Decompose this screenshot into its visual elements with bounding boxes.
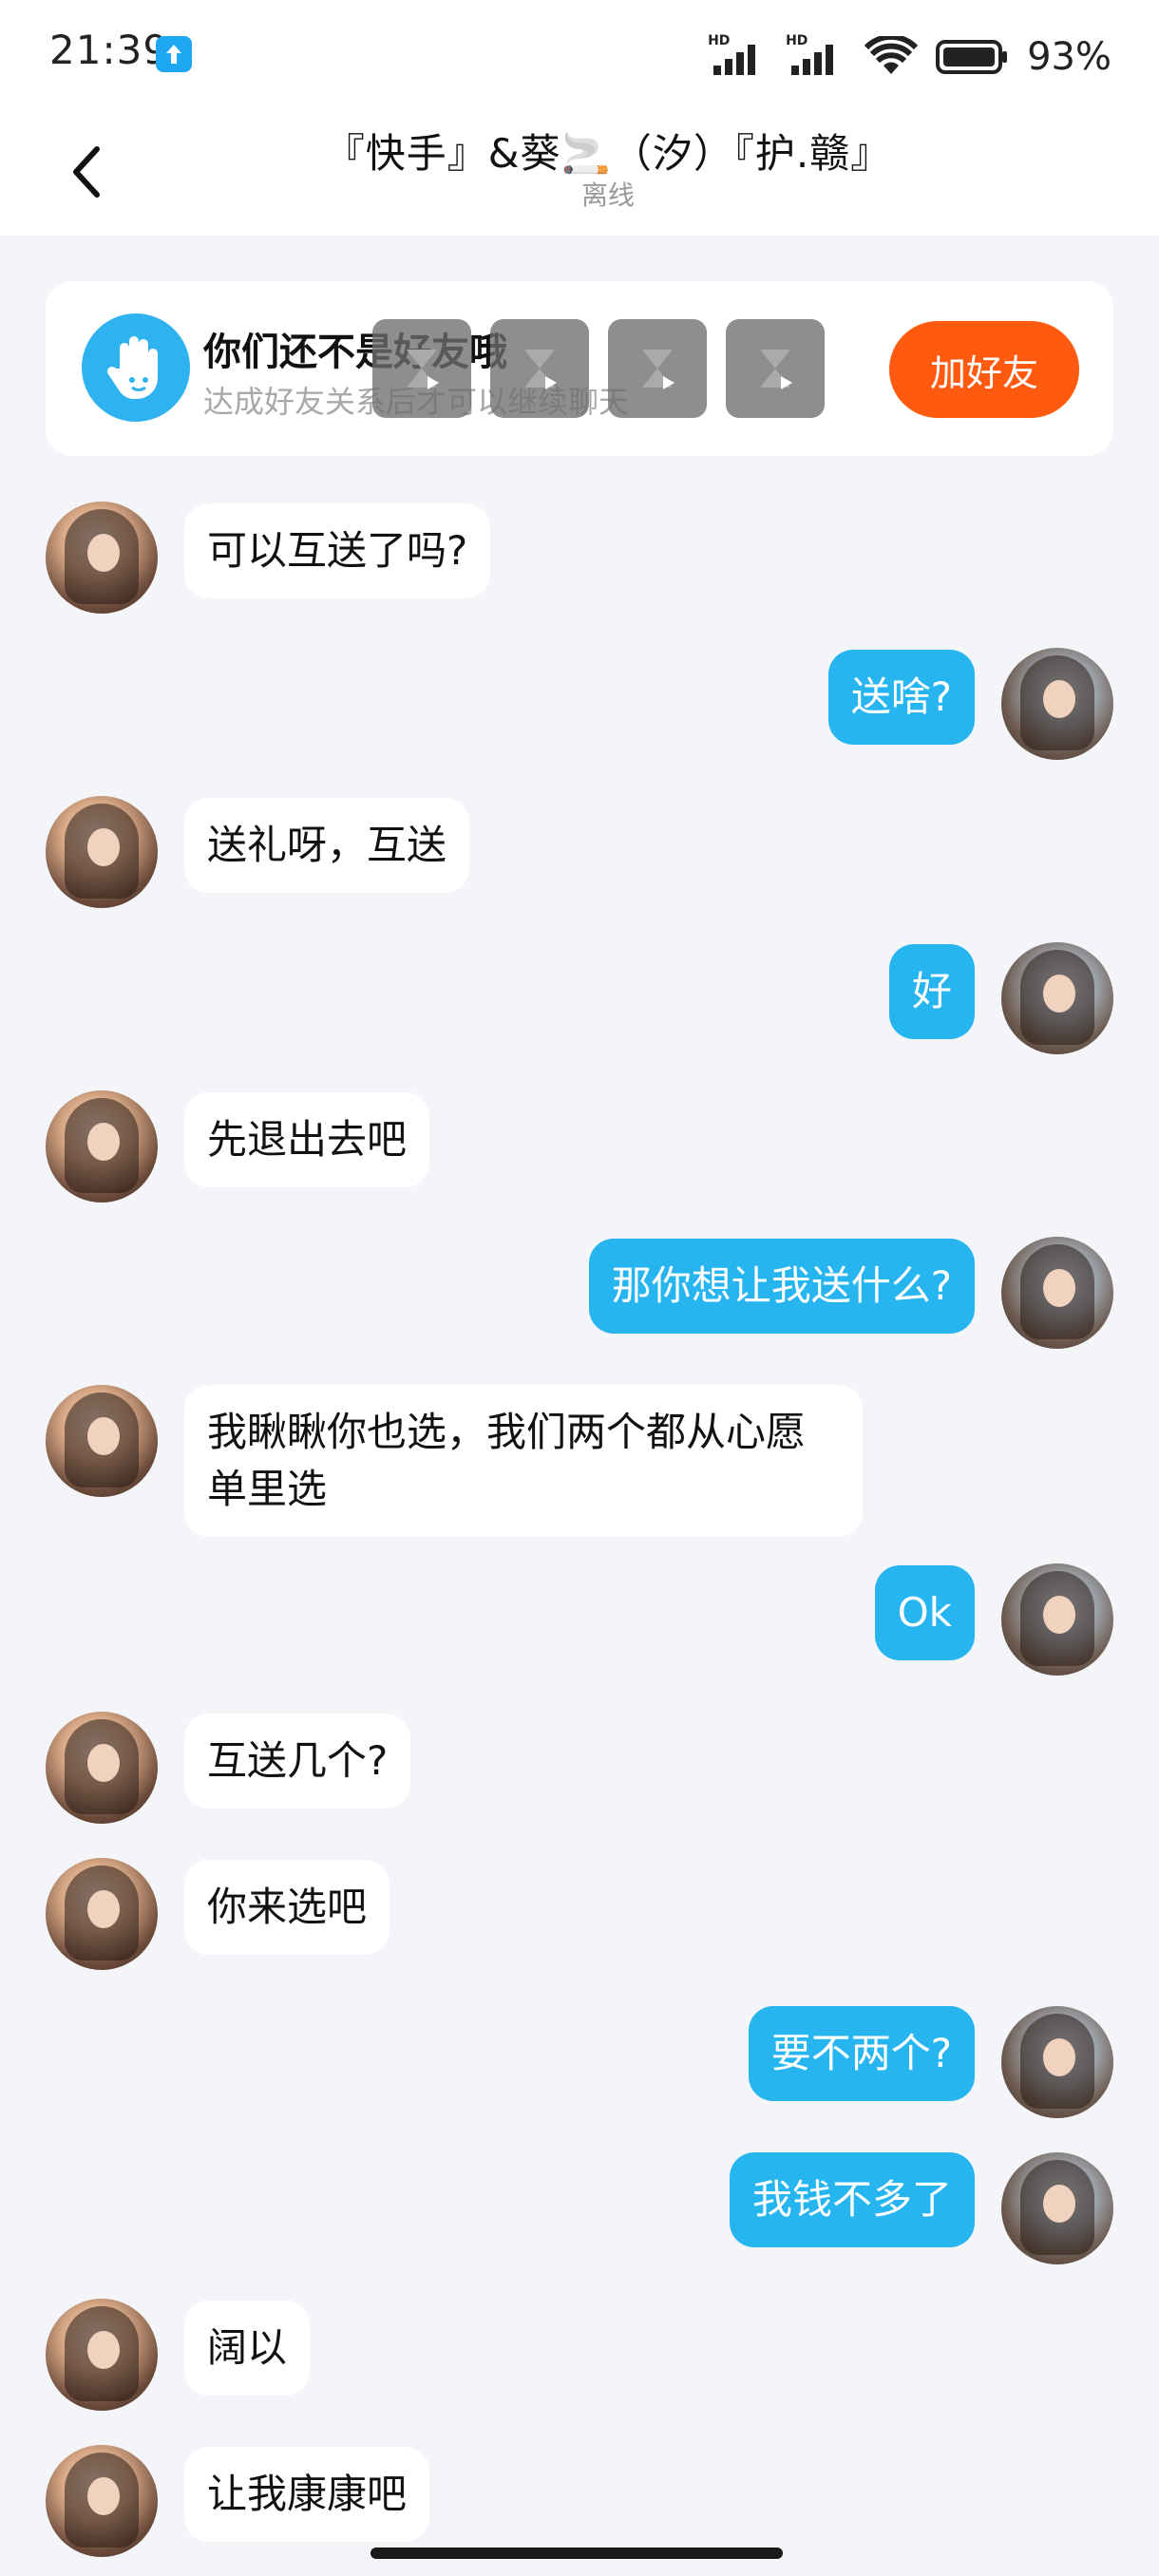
status-indicators: HD HD 93% (708, 28, 1112, 85)
chat-header: 『快手』&葵🚬（汐）『护.赣』 离线 (0, 104, 1159, 236)
video-tile[interactable] (608, 319, 707, 418)
status-bar: 21:39 HD HD 93% (0, 0, 1159, 104)
outgoing-message[interactable]: 好 (888, 944, 975, 1039)
contact-avatar[interactable] (46, 796, 158, 908)
user-avatar[interactable] (1001, 1237, 1113, 1349)
upload-arrow-icon (156, 36, 192, 72)
incoming-message[interactable]: 送礼呀，互送 (184, 798, 470, 893)
user-avatar[interactable] (1001, 2006, 1113, 2118)
home-indicator[interactable] (370, 2548, 783, 2559)
incoming-message[interactable]: 可以互送了吗? (184, 503, 491, 598)
user-avatar[interactable] (1001, 648, 1113, 760)
battery-icon (936, 40, 1008, 74)
incoming-message[interactable]: 阔以 (184, 2301, 311, 2396)
play-icon (524, 350, 557, 389)
outgoing-message[interactable]: Ok (874, 1565, 975, 1660)
video-tile[interactable] (490, 319, 589, 418)
contact-avatar[interactable] (46, 2445, 158, 2557)
contact-avatar[interactable] (46, 1385, 158, 1497)
play-icon (642, 350, 674, 389)
battery-percent: 93% (1027, 35, 1112, 79)
hand-wave-icon (82, 313, 190, 422)
contact-avatar[interactable] (46, 2299, 158, 2411)
contact-avatar[interactable] (46, 1712, 158, 1824)
online-status: 离线 (580, 180, 635, 211)
outgoing-message[interactable]: 要不两个? (748, 2006, 975, 2101)
user-avatar[interactable] (1001, 1563, 1113, 1676)
chat-title-text: 『快手』&葵🚬（汐）『护.赣』 (324, 130, 892, 177)
friend-notice-card: 你们还不是好友哦 达成好友关系后才可以继续聊天 加好友 (46, 281, 1113, 456)
signal-2-icon: HD (786, 33, 846, 81)
outgoing-message[interactable]: 送啥? (827, 650, 975, 745)
incoming-message[interactable]: 让我康康吧 (184, 2447, 430, 2542)
outgoing-message[interactable]: 我钱不多了 (729, 2152, 975, 2247)
media-overlay (372, 319, 825, 418)
video-tile[interactable] (726, 319, 825, 418)
play-icon (760, 350, 792, 389)
user-avatar[interactable] (1001, 942, 1113, 1054)
user-avatar[interactable] (1001, 2152, 1113, 2264)
incoming-message[interactable]: 你来选吧 (184, 1860, 390, 1955)
status-time: 21:39 (49, 27, 170, 73)
contact-avatar[interactable] (46, 502, 158, 614)
chat-title: 『快手』&葵🚬（汐）『护.赣』 (0, 122, 1159, 180)
play-icon (407, 350, 439, 389)
signal-1-icon: HD (708, 33, 769, 81)
incoming-message[interactable]: 我瞅瞅你也选，我们两个都从心愿单里选 (184, 1385, 863, 1537)
video-tile[interactable] (372, 319, 471, 418)
incoming-message[interactable]: 先退出去吧 (184, 1092, 430, 1187)
contact-avatar[interactable] (46, 1090, 158, 1203)
outgoing-message[interactable]: 那你想让我送什么? (588, 1239, 975, 1334)
contact-avatar[interactable] (46, 1858, 158, 1970)
wifi-icon (864, 36, 919, 74)
add-friend-button[interactable]: 加好友 (889, 321, 1079, 418)
incoming-message[interactable]: 互送几个? (184, 1714, 411, 1809)
